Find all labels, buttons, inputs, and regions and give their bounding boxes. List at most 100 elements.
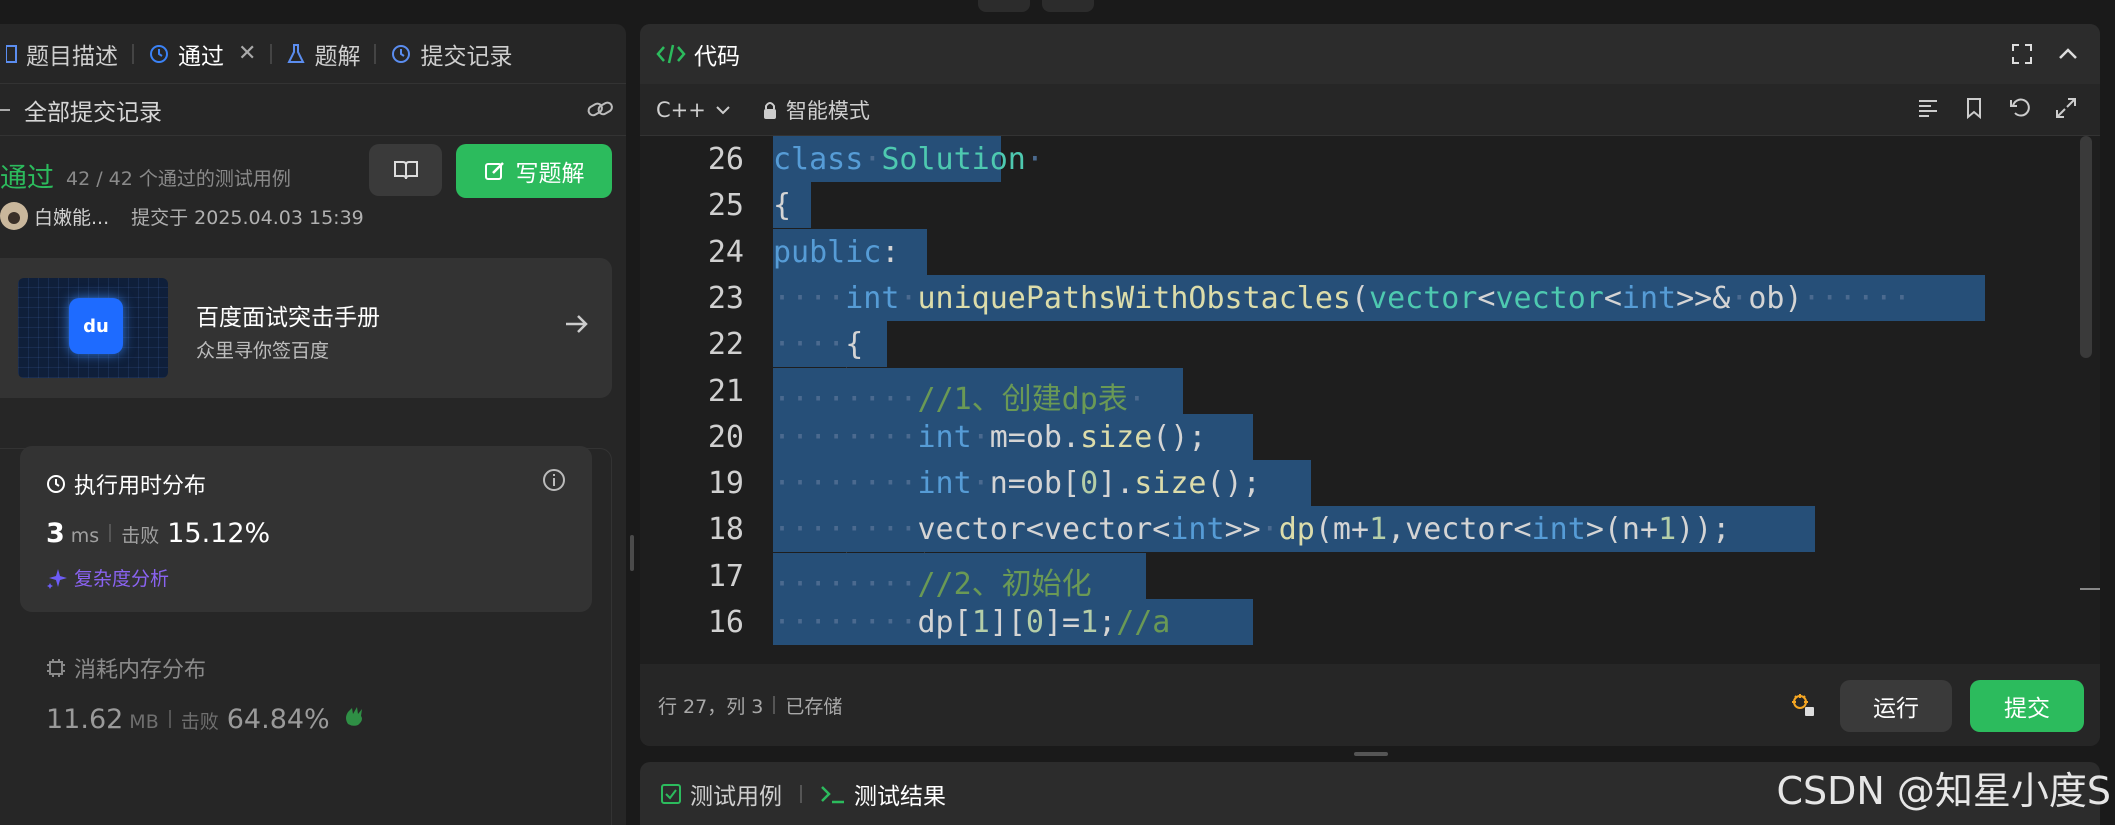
reset-icon[interactable] [2008,96,2032,120]
submit-button[interactable]: 提交 [1970,680,2084,732]
code-text: ····int·uniquePathsWithObstacles(vector<… [773,280,1911,316]
code-text: ········//1、创建dp表· [773,381,1146,417]
checkbox-icon [661,783,681,804]
top-toolbar-button[interactable] [978,0,1030,12]
all-submissions-header[interactable]: 全部提交记录 [0,84,626,136]
info-icon[interactable] [542,468,566,492]
tab-divider [374,43,377,64]
tab-description[interactable]: 题目描述 [0,24,124,83]
back-icon[interactable] [0,108,10,111]
top-toolbar-button[interactable] [1042,0,1094,12]
line-number: 17 [707,558,744,594]
terminal-icon [821,785,844,803]
code-line[interactable]: 16 ········dp[1][0]=1;//a [640,599,2080,645]
code-text: ········dp[1][0]=1;//a [773,605,1171,640]
tab-testcase[interactable]: 测试用例 [690,777,782,811]
beats-label: 击败 [180,711,219,733]
divider [800,784,802,803]
memory-value: 11.62 MB 击败 64.84% [46,704,368,735]
code-line[interactable]: 17 ········//2、初始化 [640,552,2080,602]
run-button[interactable]: 运行 [1840,680,1952,732]
code-line[interactable]: 24 public: [640,228,2080,275]
clap-icon [345,707,362,726]
runtime-unit: ms [70,525,100,547]
run-label: 运行 [1873,696,1919,722]
vertical-resize-handle[interactable] [1354,752,1388,756]
runtime-value: 3 ms 击败 15.12% [46,518,276,549]
tab-solutions[interactable]: 题解 [280,24,366,83]
complexity-analysis-link[interactable]: 复杂度分析 [46,564,169,591]
tab-description-label: 题目描述 [26,43,118,70]
tab-accepted[interactable]: 通过 ✕ [142,24,262,83]
flask-icon [287,43,306,63]
memory-unit: MB [129,711,159,733]
code-line[interactable]: 25 { [640,182,2080,229]
notes-button[interactable] [369,144,442,196]
tab-testresult[interactable]: 测试结果 [854,777,946,811]
code-icon [656,44,686,64]
line-number: 20 [707,419,744,455]
arrow-right-icon[interactable] [562,310,590,338]
expand-icon[interactable] [2054,96,2078,120]
language-select[interactable]: C++ [656,98,732,122]
runtime-beats: 15.12% [167,518,271,549]
code-panel: 代码 C++ 智能模式 26 class·Solution· 25 {24 public… [640,24,2100,746]
chevron-down-icon [716,105,730,114]
code-editor[interactable]: 26 class·Solution· 25 {24 public: 23 ····int·u… [640,136,2100,664]
smart-mode-toggle[interactable]: 智能模式 [762,95,870,125]
close-icon[interactable]: ✕ [238,41,256,66]
watermark: CSDN @知星小度S [1776,769,2111,813]
write-solution-label: 写题解 [515,161,585,187]
baidu-logo-text: du [83,315,109,337]
code-text: ········int·m=ob.size(); [773,419,1207,455]
write-solution-button[interactable]: 写题解 [456,144,612,198]
code-toolbar: C++ 智能模式 [640,84,2100,136]
runtime-card[interactable]: 执行用时分布 3 ms 击败 15.12% 复杂度分析 [20,446,592,612]
status-bar: 行 27，列 3 已存储 运行 提交 [640,664,2100,746]
username[interactable]: 白嫩能... [34,203,109,230]
divider [109,524,112,542]
line-number: 23 [707,280,744,316]
line-number: 25 [707,188,744,224]
code-text: ····{ [773,327,864,363]
submitter-line: 白嫩能... 提交于 2025.04.03 15:39 [0,202,364,230]
promo-title: 百度面试突击手册 [196,305,380,331]
edit-icon [484,162,504,180]
bookmark-icon[interactable] [1962,96,1986,120]
format-icon[interactable] [1916,96,1940,120]
lock-icon [763,101,776,119]
divider [168,710,171,728]
smart-mode-label: 智能模式 [785,98,870,123]
avatar[interactable] [0,202,28,230]
code-line[interactable]: 21 ········//1、创建dp表· [640,367,2080,417]
debug-icon[interactable] [1788,690,1816,718]
line-number: 19 [707,466,744,502]
link-icon[interactable] [586,98,614,120]
panel-resize-handle[interactable] [630,535,634,571]
code-line[interactable]: 20 ········int·m=ob.size(); [640,413,2080,460]
tab-accepted-label: 通过 [178,43,224,70]
collapse-icon[interactable] [2056,42,2080,66]
tab-submissions[interactable]: 提交记录 [384,24,518,83]
line-number: 21 [707,373,744,409]
code-line[interactable]: 19 ········int·n=ob[0].size(); [640,460,2080,507]
language-label: C++ [656,97,706,122]
submit-time: 提交于 2025.04.03 15:39 [131,206,364,229]
code-line[interactable]: 26 class·Solution· [640,136,2080,182]
code-text: { [773,188,792,224]
memory-title[interactable]: 消耗内存分布 [46,652,206,684]
memory-title-label: 消耗内存分布 [74,658,207,683]
code-line[interactable]: 23 ····int·uniquePathsWithObstacles(vecto… [640,274,2080,321]
code-line[interactable]: 22 ····{ [640,321,2080,368]
promo-card[interactable]: du 百度面试突击手册 众里寻你签百度 [0,258,612,398]
editor-scrollbar[interactable] [2080,136,2092,358]
tab-divider [132,43,134,64]
runtime-title: 执行用时分布 [46,468,206,500]
fullscreen-icon[interactable] [2010,42,2034,66]
beats-label: 击败 [121,525,160,547]
complexity-label: 复杂度分析 [74,568,170,590]
cursor-position: 行 27，列 3 [658,695,764,718]
tab-solutions-label: 题解 [314,43,361,70]
code-line[interactable]: 18 ········vector<vector<int>>·dp(m+1,vec… [640,506,2080,553]
code-text: public: [773,234,900,270]
